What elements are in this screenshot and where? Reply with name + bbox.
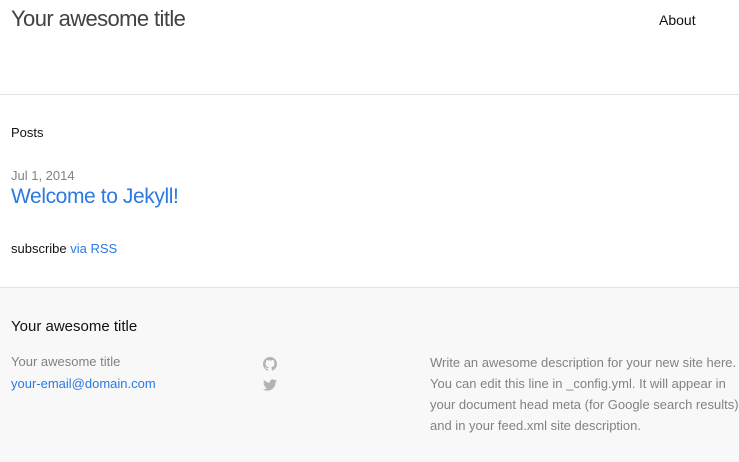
page: Your awesome title About Posts Jul 1, 20… (0, 0, 739, 462)
site-header: Your awesome title About (0, 0, 739, 95)
subscribe-line: subscribe via RSS (11, 241, 117, 256)
footer-heading: Your awesome title (11, 318, 138, 335)
footer-email-link[interactable]: your-email@domain.com (11, 376, 156, 391)
post-date: Jul 1, 2014 (11, 168, 75, 183)
nav-link-about[interactable]: About (659, 12, 696, 28)
rss-link[interactable]: via RSS (70, 241, 117, 256)
posts-heading: Posts (11, 125, 44, 140)
github-icon[interactable] (263, 357, 277, 371)
site-footer: Your awesome title Your awesome title yo… (0, 287, 739, 462)
subscribe-label: subscribe (11, 241, 67, 256)
site-title-link[interactable]: Your awesome title (11, 6, 186, 32)
post-title-link[interactable]: Welcome to Jekyll! (11, 185, 179, 209)
footer-description: Write an awesome description for your ne… (430, 355, 739, 433)
footer-site-name: Your awesome title (11, 354, 121, 369)
twitter-icon[interactable] (263, 378, 277, 392)
